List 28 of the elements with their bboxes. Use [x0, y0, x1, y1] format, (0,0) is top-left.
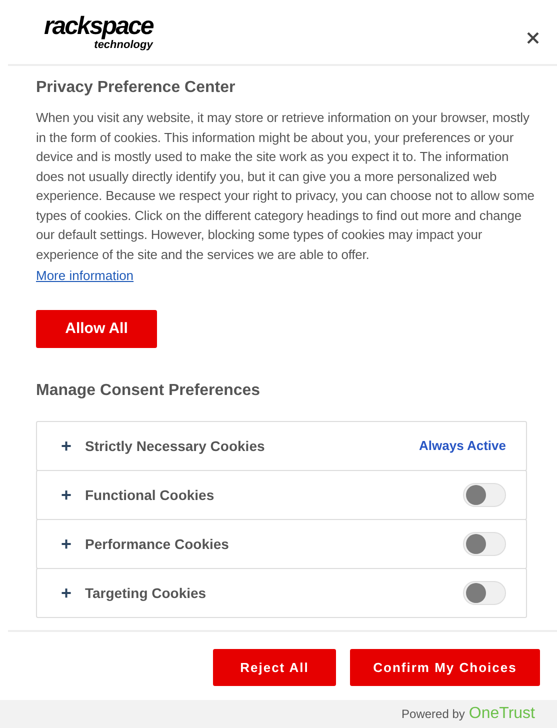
category-label: Performance Cookies [85, 534, 230, 554]
footer-button[interactable]: Reject All [213, 649, 336, 686]
expand-icon: + [61, 535, 77, 553]
logo-name: rackspace [44, 14, 153, 38]
toggle-switch[interactable] [463, 532, 506, 556]
logo-tagline: technology [94, 40, 153, 50]
brand-name: OneTrust [468, 704, 535, 724]
category-row[interactable]: + Targeting Cookies [36, 568, 527, 618]
status-text: Always Active [419, 437, 506, 456]
toggle-switch[interactable] [463, 581, 506, 605]
close-icon [527, 32, 539, 44]
footer-button[interactable]: Confirm My Choices [350, 649, 540, 686]
description-text: When you visit any website, it may store or retrieve information on your browser, mostly in the form of cookies. This information might be about you, your preferences or your device and is mostly used to make the site work as you expect it to. The information does not usually directly identify you, but it can give you a more personalized web experience. Because we respect your right to privacy, you can choose not to allow some types of cookies. Click on the different category headings to find out more and change our default settings. However, blocking some types of cookies may impact your experience of the site and the services we are able to offer. [36, 109, 536, 264]
allow-all-button[interactable]: Allow All [36, 310, 157, 348]
expand-icon: + [61, 486, 77, 504]
category-label: Targeting Cookies [85, 584, 208, 603]
category-label: Functional Cookies [85, 486, 216, 504]
powered-by-text: Powered by [402, 706, 465, 723]
expand-icon: + [61, 584, 77, 602]
category-label: Strictly Necessary Cookies [85, 436, 266, 456]
section-heading: Manage Consent Preferences [36, 381, 262, 401]
dialog-title: Privacy Preference Center [36, 78, 236, 98]
expand-icon: + [61, 437, 77, 455]
category-row[interactable]: + Functional Cookies [36, 470, 527, 520]
more-information-link[interactable]: More information [36, 268, 134, 283]
category-row[interactable]: + Performance Cookies [36, 519, 527, 569]
category-row[interactable]: + Strictly Necessary Cookies Always Active [36, 421, 527, 471]
toggle-switch[interactable] [463, 483, 506, 507]
